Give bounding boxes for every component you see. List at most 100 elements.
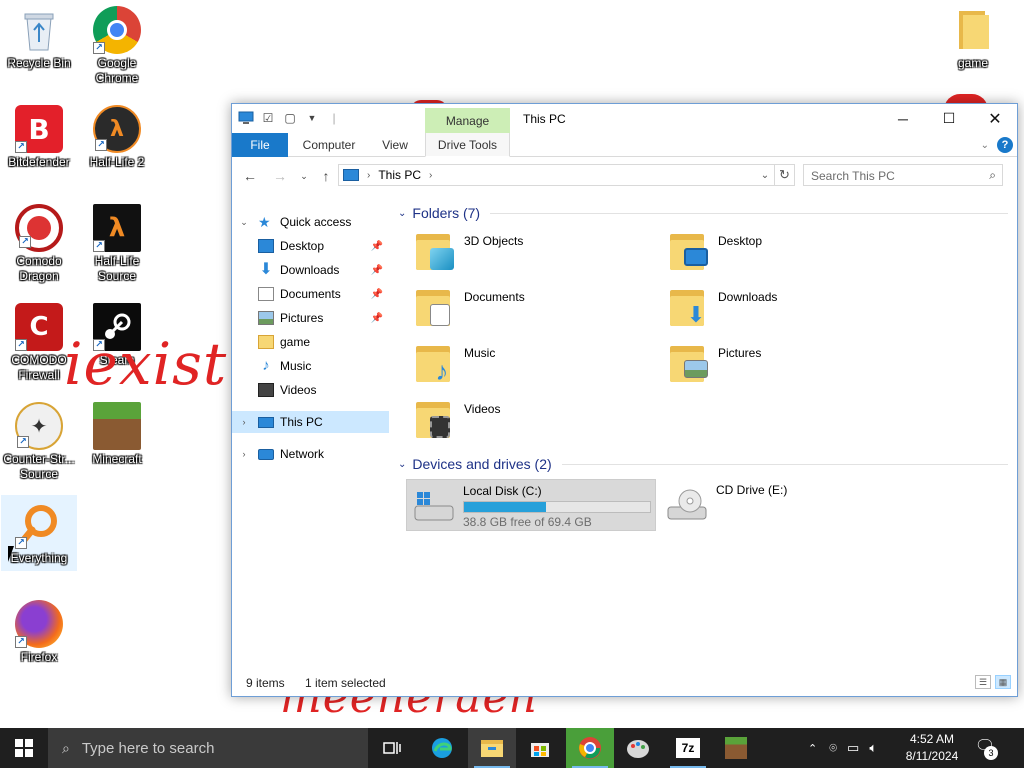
up-button[interactable]: ↑ (316, 166, 336, 186)
group-header-drives[interactable]: ⌄ Devices and drives (2) (398, 453, 1008, 475)
content-pane: ⌄ Folders (7) 3D Objects Desktop Documen… (398, 202, 1014, 672)
desktop-icon-minecraft[interactable]: Minecraft (79, 396, 155, 467)
folder-item-music[interactable]: ♪ Music (408, 340, 658, 390)
taskbar: ⌕ Type here to search 7z ⌃ ⌾ ▭ 🔈︎ 4:52 A… (0, 728, 1024, 768)
download-arrow-icon: ⬇ (259, 261, 273, 278)
desktop-icon-half-life-2[interactable]: λ ↗ Half-Life 2 (79, 99, 155, 170)
breadcrumb-chevron-icon[interactable]: › (429, 170, 432, 181)
nav-item-game[interactable]: game (232, 331, 389, 353)
address-bar[interactable]: › This PC › ⌄ (338, 164, 775, 186)
edge-icon (432, 738, 452, 758)
group-header-label: Devices and drives (2) (412, 456, 552, 472)
properties-icon[interactable]: ☑ (260, 110, 276, 126)
breadcrumb-this-pc[interactable]: This PC (378, 168, 421, 182)
tab-view[interactable]: View (372, 133, 418, 157)
expanded-chevron-icon[interactable]: ⌄ (398, 208, 406, 219)
collapsed-chevron-icon[interactable]: › (238, 417, 250, 427)
breadcrumb-chevron-icon[interactable]: › (367, 170, 370, 181)
search-icon: ⌕ (989, 168, 996, 182)
desktop-icon-game-folder[interactable]: game (935, 0, 1011, 71)
volume-icon[interactable]: 🔈︎ (869, 740, 877, 756)
expanded-chevron-icon[interactable]: ⌄ (238, 217, 250, 228)
title-bar[interactable]: ☑ ▢ ▼ | Manage This PC ─ ☐ ✕ (232, 104, 1017, 133)
close-button[interactable]: ✕ (972, 104, 1018, 133)
customize-toolbar-chevron-icon[interactable]: ▼ (304, 110, 320, 126)
start-button[interactable] (0, 728, 48, 768)
desktop-icon-recycle-bin[interactable]: Recycle Bin (1, 0, 77, 71)
videos-folder-icon (416, 400, 456, 440)
shortcut-arrow-icon: ↗ (17, 436, 29, 448)
nav-item-videos[interactable]: Videos (232, 379, 389, 401)
desktop-icon-firefox[interactable]: ↗ Firefox (1, 594, 77, 665)
taskbar-paint-app[interactable] (614, 728, 662, 768)
details-view-icon[interactable]: ☰ (975, 675, 991, 689)
meet-now-icon[interactable]: ⌾ (829, 740, 837, 756)
drive-item-cd-drive-e[interactable]: CD Drive (E:) (660, 479, 910, 531)
nav-item-label: Videos (280, 383, 317, 397)
clock[interactable]: 4:52 AM 8/11/2024 (900, 731, 964, 765)
desktop-icon-bitdefender[interactable]: B ↗ Bitdefender (1, 99, 77, 170)
maximize-button[interactable]: ☐ (926, 104, 972, 133)
folder-item-3d-objects[interactable]: 3D Objects (408, 228, 658, 278)
folder-item-downloads[interactable]: ⬇ Downloads (662, 284, 912, 334)
nav-item-documents[interactable]: Documents 📌 (232, 283, 389, 305)
nav-item-quick-access[interactable]: ⌄ ★ Quick access (232, 211, 389, 233)
folder-item-desktop[interactable]: Desktop (662, 228, 912, 278)
desktop-icon-comodo-dragon[interactable]: ↗ Comodo Dragon (1, 198, 77, 284)
nav-item-music[interactable]: ♪ Music (232, 355, 389, 377)
store-icon (531, 743, 549, 757)
folder-item-pictures[interactable]: Pictures (662, 340, 912, 390)
tab-drive-tools[interactable]: Drive Tools (425, 133, 510, 157)
nav-item-downloads[interactable]: ⬇ Downloads 📌 (232, 259, 389, 281)
paint-palette-icon (627, 740, 649, 758)
taskbar-search-box[interactable]: ⌕ Type here to search (48, 728, 368, 768)
taskbar-google-chrome[interactable] (566, 728, 614, 768)
collapsed-chevron-icon[interactable]: › (238, 449, 250, 459)
this-pc-icon (343, 169, 359, 181)
folder-item-videos[interactable]: Videos (408, 396, 658, 446)
minimize-button[interactable]: ─ (880, 104, 926, 133)
tab-file[interactable]: File (232, 133, 288, 157)
nav-item-label: Network (280, 447, 325, 461)
nav-item-desktop[interactable]: Desktop 📌 (232, 235, 389, 257)
taskbar-7zip[interactable]: 7z (664, 728, 712, 768)
back-button[interactable]: ← (240, 166, 260, 186)
nav-item-pictures[interactable]: Pictures 📌 (232, 307, 389, 329)
selection-count: 1 item selected (305, 676, 386, 690)
nav-item-network[interactable]: › Network (232, 443, 389, 465)
search-input[interactable]: Search This PC (811, 169, 895, 183)
desktop-icon-counter-strike[interactable]: ✦ ↗ Counter-Str... Source (1, 396, 77, 482)
recent-locations-chevron-icon[interactable]: ⌄ (294, 166, 314, 186)
network-icon[interactable]: ▭ (847, 740, 859, 756)
new-folder-icon[interactable]: ▢ (282, 110, 298, 126)
folder-item-documents[interactable]: Documents (408, 284, 658, 334)
desktop-icon-label: Recycle Bin (7, 56, 71, 70)
taskbar-minecraft[interactable] (712, 728, 760, 768)
clock-time: 4:52 AM (909, 732, 955, 746)
show-hidden-icons-chevron-icon[interactable]: ⌃ (808, 742, 817, 755)
tab-computer[interactable]: Computer (294, 133, 364, 157)
search-box[interactable]: Search This PC ⌕ (803, 164, 1003, 186)
search-icon: ⌕ (62, 739, 70, 756)
navigation-pane: ⌄ ★ Quick access Desktop 📌 ⬇ Downloads 📌… (232, 208, 389, 678)
task-view-button[interactable] (368, 728, 416, 768)
windows-drive-icon (413, 488, 455, 524)
help-icon[interactable]: ? (997, 137, 1013, 153)
expand-ribbon-chevron-icon[interactable]: ⌄ (981, 140, 989, 151)
taskbar-file-explorer[interactable] (468, 728, 516, 768)
refresh-button[interactable]: ↻ (775, 164, 795, 186)
address-dropdown-chevron-icon[interactable]: ⌄ (756, 170, 774, 181)
expanded-chevron-icon[interactable]: ⌄ (398, 459, 406, 470)
7zip-icon: 7z (676, 738, 700, 758)
desktop-icon-half-life-source[interactable]: λ ↗ Half-Life Source (79, 198, 155, 284)
forward-button[interactable]: → (270, 166, 290, 186)
desktop-icon-google-chrome[interactable]: ↗ Google Chrome (79, 0, 155, 86)
action-center-button[interactable]: 🗨︎ 3 (970, 736, 1000, 760)
taskbar-microsoft-store[interactable] (516, 728, 564, 768)
group-header-folders[interactable]: ⌄ Folders (7) (398, 202, 1008, 224)
drive-item-local-disk-c[interactable]: Local Disk (C:) 38.8 GB free of 69.4 GB (406, 479, 656, 531)
taskbar-edge[interactable] (418, 728, 466, 768)
large-icons-view-icon[interactable]: ▦ (995, 675, 1011, 689)
nav-item-this-pc[interactable]: › This PC (232, 411, 389, 433)
taskbar-search-input[interactable]: Type here to search (82, 740, 215, 757)
